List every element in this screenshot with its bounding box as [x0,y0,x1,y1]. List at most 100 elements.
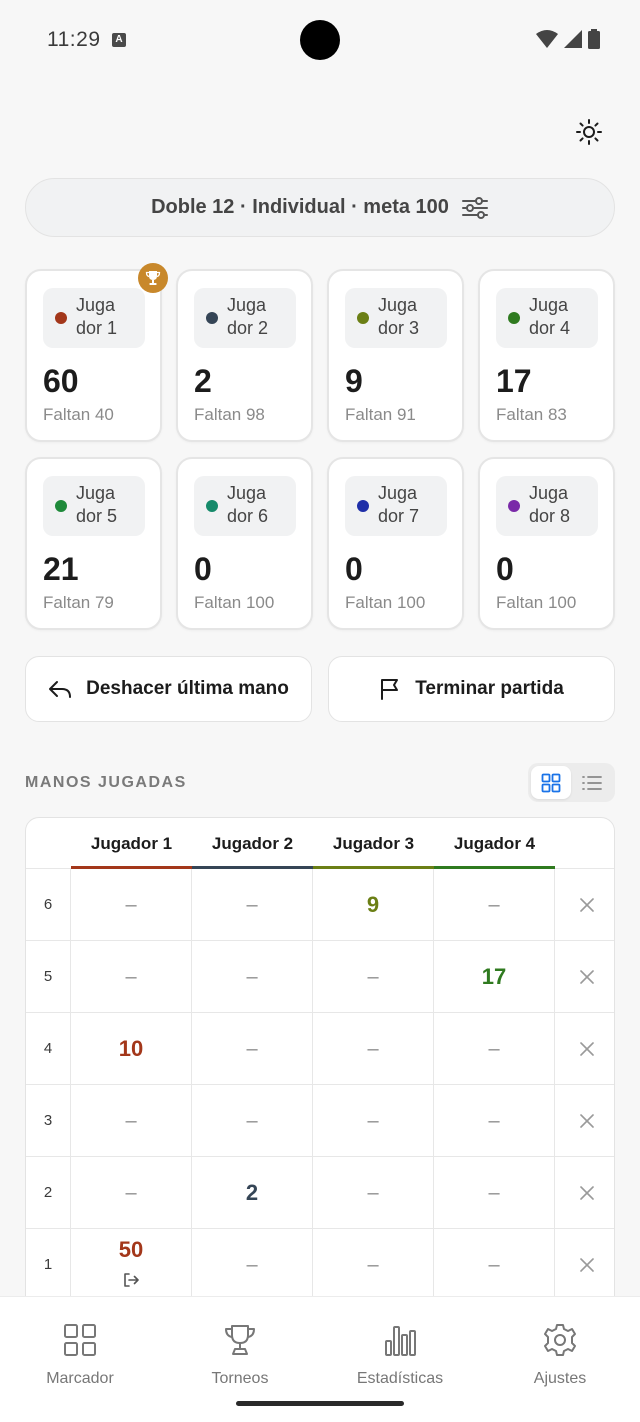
camera-cutout [300,20,340,60]
hands-column-header: Jugador 2 [192,818,313,869]
player-name-line1: Juga [529,295,569,315]
status-icons [536,29,600,49]
empty-score-dash: – [246,1253,258,1276]
grid-view-icon [541,773,561,792]
hand-score-cell[interactable]: – [71,1157,192,1229]
hand-score-cell[interactable]: 50 [71,1229,192,1296]
hand-row: 5 – – – 17 [26,941,614,1013]
player-score: 17 [496,363,532,399]
hand-score-cell[interactable]: – [71,1085,192,1157]
player-remaining: Faltan 91 [345,405,416,424]
player-name-line2: dor 6 [227,506,269,526]
close-icon [579,1042,594,1056]
player-name-line2: dor 4 [529,318,571,338]
player-color-dot [357,312,369,324]
player-name-line2: dor 7 [378,506,420,526]
hand-score-cell[interactable]: – [192,1085,313,1157]
empty-score-dash: – [367,1109,379,1132]
player-name-chip: Juga dor 6 [194,476,296,536]
player-card[interactable]: Juga dor 1 60 Faltan 40 [25,263,168,442]
grid-icon [64,1324,96,1356]
undo-last-hand-button[interactable]: Deshacer última mano [25,656,312,722]
empty-score-dash: – [367,1037,379,1060]
hand-number: 5 [26,941,71,1013]
hand-score-cell[interactable]: – [313,941,434,1013]
finish-game-button[interactable]: Terminar partida [328,656,615,722]
hand-score-cell[interactable]: – [313,1157,434,1229]
hand-number: 6 [26,869,71,941]
player-name-chip: Juga dor 2 [194,288,296,348]
player-color-dot [508,312,520,324]
hand-score-cell[interactable]: – [434,1229,555,1296]
player-name-line1: Juga [378,295,418,315]
player-color-dot [55,312,67,324]
nav-icon [223,1323,257,1362]
hand-score-cell[interactable]: – [313,1229,434,1296]
game-config-button[interactable]: Doble 12 · Individual · meta 100 [25,178,615,237]
hand-score-cell[interactable]: 10 [71,1013,192,1085]
list-view-toggle[interactable] [573,766,613,799]
delete-hand-button[interactable] [557,1013,614,1085]
delete-hand-button[interactable] [557,1085,614,1157]
hand-score-cell[interactable]: – [434,869,555,941]
grid-view-toggle[interactable] [531,766,571,799]
undo-last-hand-label: Deshacer última mano [86,678,289,699]
status-time: 11:29 [47,28,101,51]
hand-score-cell[interactable]: – [434,1085,555,1157]
hand-score-cell[interactable]: – [192,941,313,1013]
player-card[interactable]: Juga dor 7 0 Faltan 100 [327,457,464,630]
delete-hand-button[interactable] [557,1157,614,1229]
player-score: 0 [345,551,363,587]
nav-item-label: Estadísticas [356,1370,444,1387]
player-score: 9 [345,363,363,399]
undo-icon [49,681,72,698]
delete-hand-button[interactable] [557,941,614,1013]
hand-score-cell[interactable]: 2 [192,1157,313,1229]
leader-trophy-badge [138,263,168,293]
player-name-line1: Juga [227,483,267,503]
hand-row: 3 – – – – [26,1085,614,1157]
hand-score-cell[interactable]: 9 [313,869,434,941]
nav-icon [543,1323,577,1362]
hand-score-cell[interactable]: – [434,1157,555,1229]
hand-score-cell[interactable]: – [192,1229,313,1296]
sun-icon [576,119,602,145]
hand-score-cell[interactable]: – [313,1013,434,1085]
delete-hand-button[interactable] [557,869,614,941]
close-icon [579,1186,594,1200]
delete-hand-button[interactable] [557,1229,614,1296]
hand-score-cell[interactable]: – [434,1013,555,1085]
hand-number: 3 [26,1085,71,1157]
hand-score-cell[interactable]: – [71,869,192,941]
hand-score-cell[interactable]: – [192,1013,313,1085]
hand-score-cell[interactable]: 17 [434,941,555,1013]
nav-item-label: Torneos [211,1370,269,1387]
empty-score-dash: – [367,1253,379,1276]
empty-score-dash: – [367,1181,379,1204]
nav-item-ajustes[interactable]: Ajustes [480,1297,640,1422]
empty-score-dash: – [488,1037,500,1060]
exit-icon [123,1267,139,1293]
player-card[interactable]: Juga dor 6 0 Faltan 100 [176,457,313,630]
player-remaining: Faltan 79 [43,593,114,612]
player-card[interactable]: Juga dor 5 21 Faltan 79 [25,457,162,630]
gear-icon [544,1324,576,1356]
player-card[interactable]: Juga dor 2 2 Faltan 98 [176,269,313,442]
hand-row: 6 – – 9 – [26,869,614,941]
nav-item-marcador[interactable]: Marcador [0,1297,160,1422]
sliders-icon [461,196,488,219]
player-card[interactable]: Juga dor 4 17 Faltan 83 [478,269,615,442]
player-color-dot [206,500,218,512]
player-name-line2: dor 1 [76,318,118,338]
hands-column-header: Jugador 3 [313,818,434,869]
finish-game-label: Terminar partida [415,678,564,699]
hands-column-header: Jugador 4 [434,818,555,869]
hand-score-cell[interactable]: – [192,869,313,941]
player-card[interactable]: Juga dor 3 9 Faltan 91 [327,269,464,442]
hand-score-cell[interactable]: – [313,1085,434,1157]
player-card[interactable]: Juga dor 8 0 Faltan 100 [478,457,615,630]
player-name-line1: Juga [76,483,116,503]
empty-score-dash: – [125,1181,137,1204]
theme-toggle-button[interactable] [573,116,605,148]
hand-score-cell[interactable]: – [71,941,192,1013]
